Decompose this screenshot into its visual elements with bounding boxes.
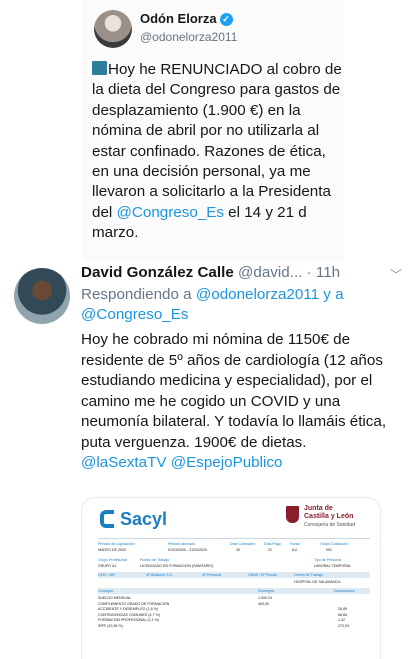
header-cell: CEIC / NIF	[98, 573, 116, 577]
header-cell: Periodo abonado	[168, 542, 196, 546]
payslip-lines: SUELDO MENSUAL 1.009,24 COMPLEMENTO GRADO…	[98, 596, 370, 630]
mention-link[interactable]: @EspejoPublico	[171, 454, 283, 471]
value-cell: HOSPITAL DE SALAMANCA	[294, 580, 341, 584]
tweet-author-name[interactable]: David González Calle	[81, 264, 234, 281]
coat-of-arms-icon	[286, 506, 299, 523]
tweet-author-name[interactable]: Odón Elorza ✓	[140, 11, 233, 26]
junta-logo-line3: Consejería de Sanidad	[304, 522, 355, 528]
line-concept: SUELDO MENSUAL	[98, 596, 132, 600]
sacyl-logo-text: Sacyl	[120, 509, 168, 529]
verified-badge-icon: ✓	[219, 13, 233, 26]
value-cell: 001	[326, 548, 332, 552]
value-cell: 01/03/2020 - 31/03/2020	[168, 548, 208, 552]
line-deduccion: 272,93	[338, 623, 349, 628]
header-cell: Deducciones	[334, 589, 355, 593]
header-cell: Centro de Trabajo	[294, 573, 323, 577]
reply-prefix: Respondiendo a	[81, 286, 196, 303]
header-cell: Grupo Cotización	[320, 542, 348, 546]
payslip-concepts-header-band	[98, 588, 370, 594]
chevron-down-icon[interactable]: ﹀	[390, 265, 402, 285]
payslip-line: IRPF (20,38 %) 272,93	[98, 624, 370, 630]
bank-emoji-icon	[92, 61, 107, 75]
line-concept: IRPF (20,38 %)	[98, 623, 123, 628]
separator: ·	[302, 264, 316, 281]
avatar[interactable]	[94, 10, 132, 48]
junta-logo: Junta de Castilla y León Consejería de S…	[286, 505, 378, 531]
divider	[98, 538, 370, 539]
header-cell: Días Pago	[264, 542, 281, 546]
reply-mention-link[interactable]: @Congreso_Es	[81, 306, 188, 323]
header-cell: Nº Personal	[202, 573, 222, 577]
tweet-timestamp[interactable]: 11h	[316, 264, 340, 281]
line-concept: COMPLEMENTO GRADO DE FORMACION	[98, 601, 170, 606]
tweet-odon-elorza: Odón Elorza ✓ @odonelorza2011 Hoy he RENU…	[82, 0, 344, 262]
value-cell: 30	[236, 548, 240, 552]
header-cell: Grupo Profesional	[98, 558, 127, 562]
reply-context: Respondiendo a @odonelorza2011 y a @Cong…	[81, 285, 381, 326]
author-name-text[interactable]: Odón Elorza	[140, 11, 217, 26]
value-cell: GRUPO A1	[98, 564, 117, 568]
tweet-author-handle[interactable]: @david...	[238, 264, 302, 281]
mention-link[interactable]: @laSextaTV	[81, 454, 166, 471]
line-concept: CONTINGENCIAS COMUNES (4,7 %)	[98, 612, 160, 617]
tweet-header: David González Calle @david... · 11h ﹀	[81, 263, 406, 285]
junta-logo-line2: Castilla y León	[304, 513, 354, 520]
reply-joiner: y a	[319, 286, 344, 303]
header-cell: Días Cotización	[230, 542, 256, 546]
tweet-text: Hoy he cobrado mi nómina de 1150€ de res…	[81, 330, 391, 474]
header-cell: Devengos	[258, 589, 275, 593]
value-cell: LABORAL TEMPORAL	[314, 564, 352, 568]
tweet-body-text: Hoy he cobrado mi nómina de 1150€ de res…	[81, 331, 387, 451]
header-cell: Nº Afiliación S.S.	[146, 573, 173, 577]
junta-logo-line1: Junta de	[304, 505, 333, 512]
header-cell: Tipo de Personal	[314, 558, 342, 562]
reply-mention-link[interactable]: @odonelorza2011	[196, 286, 319, 303]
value-cell: 8,0	[292, 548, 297, 552]
value-cell: LICENCIADO EN FORMACION (SANITARIO)	[140, 564, 214, 568]
header-cell: Puesto de Trabajo	[140, 558, 170, 562]
value-cell: MARZO DE 2020	[98, 548, 126, 552]
payslip-image[interactable]: Sacyl Junta de Castilla y León Consejerí…	[81, 497, 381, 659]
mention-link[interactable]: @Congreso_Es	[117, 204, 224, 221]
line-concept: ACCIDENTE Y DESEMPLEO (1,6 %)	[98, 607, 158, 612]
line-concept: FORMACION PROFESIONAL (0,1 %)	[98, 618, 159, 623]
tweet-body-text: Hoy he RENUNCIADO al cobro de la dieta d…	[92, 61, 342, 221]
header-cell: Horas	[290, 542, 300, 546]
payslip-id-band	[98, 572, 370, 578]
tweet-author-handle[interactable]: @odonelorza2011	[140, 30, 237, 44]
value-cell: 31	[268, 548, 272, 552]
avatar[interactable]	[14, 268, 70, 324]
tweet-text: Hoy he RENUNCIADO al cobro de la dieta d…	[92, 60, 342, 244]
header-cell: CNAE / Nº Puesto	[248, 573, 278, 577]
header-cell: Concepto	[98, 589, 114, 593]
sacyl-logo-icon	[100, 510, 114, 528]
header-cell: Periodo de Liquidación	[98, 542, 135, 546]
